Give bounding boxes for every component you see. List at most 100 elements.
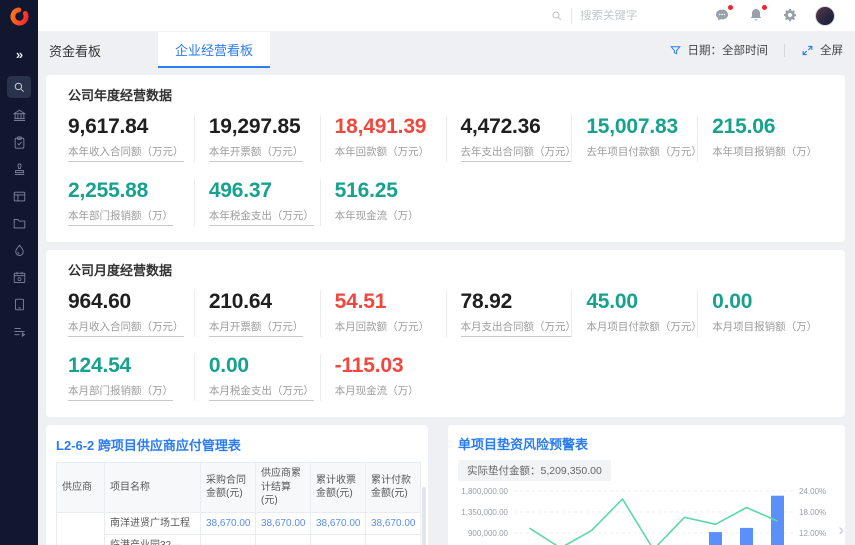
date-filter[interactable]: 日期：全部时间 [688, 42, 769, 58]
divider [571, 9, 572, 23]
kpi-value: 9,617.84 [68, 115, 194, 139]
amount-cell[interactable]: 68,757.00 [201, 535, 256, 545]
search-icon[interactable] [550, 9, 563, 22]
search-icon [7, 76, 31, 98]
table-header-row: 供应商项目名称采购合同金额(元)供应商累计结算(元)累计收票金额(元)累计付款金… [57, 463, 421, 513]
chart-list-icon [12, 324, 27, 339]
sidebar-item-tablet[interactable] [0, 292, 38, 317]
monthly-kpi-grid: 964.60 本月收入合同额（万元） 210.64 本月开票额（万元） 54.51本月回… [68, 290, 823, 401]
sidebar-item-clipboard[interactable] [0, 130, 38, 155]
tab-enterprise-board[interactable]: 企业经营看板 [158, 32, 270, 68]
tabs: 资金看板 企业经营看板 [38, 32, 270, 68]
kpi-value: 18,491.39 [335, 115, 446, 139]
svg-text:24.00%: 24.00% [799, 487, 826, 496]
svg-text:1,350,000.00: 1,350,000.00 [461, 508, 508, 517]
amount-cell[interactable]: 38,670.00 [201, 512, 256, 535]
kpi-label[interactable]: 本月支出合同额（万元） [461, 319, 572, 337]
logo-ring-icon [9, 6, 30, 27]
kpi-label[interactable]: 去年支出合同额（万元） [461, 144, 572, 162]
kpi-value: 124.54 [68, 354, 194, 378]
divider [784, 44, 785, 57]
tablet-icon [12, 297, 27, 312]
tab-fund-board[interactable]: 资金看板 [47, 32, 103, 68]
kpi-item: 215.06本年项目报销额（万） [697, 115, 823, 162]
kpi-item: 210.64 本月开票额（万元） [194, 290, 320, 337]
idcard-icon [12, 189, 27, 204]
amount-cell[interactable]: 38,670.00 [366, 512, 421, 535]
kpi-item: 516.25本年现金流（万） [320, 179, 446, 226]
kpi-item: 15,007.83 去年项目付款额（万元） [571, 115, 697, 162]
kpi-item: 2,255.88本年部门报销额（万） [68, 179, 194, 226]
kpi-label: 本年项目报销额（万） [712, 144, 817, 159]
dashboard-app: » 资金看板企业经营看板 日期：全部时间 全屏 公司年度经营数据 9,617.8… [0, 0, 855, 545]
sidebar-item-bank[interactable] [0, 103, 38, 128]
svg-text:18.00%: 18.00% [799, 508, 826, 517]
sidebar: » [0, 0, 38, 545]
avatar[interactable] [815, 6, 835, 26]
kpi-item: 54.51本月回款额（万元） [320, 290, 446, 337]
kpi-item: 0.00本月税金支出（万元） [194, 354, 320, 401]
gear-icon[interactable] [782, 7, 799, 24]
amount-cell[interactable]: 68,757.00 [311, 535, 366, 545]
kpi-label[interactable]: 本月税金支出（万元） [209, 383, 314, 401]
amount-cell[interactable]: 41,443.00 [366, 535, 421, 545]
kpi-label: 去年项目付款额（万元） [586, 144, 697, 159]
tabbar-controls: 日期：全部时间 全屏 [669, 32, 844, 68]
kpi-label[interactable]: 本年部门报销额（万） [68, 208, 173, 226]
sidebar-item-chart-list[interactable] [0, 319, 38, 344]
folder-icon [12, 216, 27, 231]
kpi-label: 本月项目报销额（万） [712, 319, 817, 334]
sidebar-item-folder[interactable] [0, 211, 38, 236]
kpi-value: 15,007.83 [586, 115, 697, 139]
kpi-label: 本年回款额（万元） [335, 144, 430, 159]
kpi-item: 4,472.36去年支出合同额（万元） [446, 115, 572, 162]
svg-text:900,000.00: 900,000.00 [468, 529, 509, 538]
sidebar-item-collapse[interactable]: » [0, 40, 38, 68]
kpi-value: 54.51 [335, 290, 446, 314]
risk-chart-title: 单项目垫资风险预警表 [458, 434, 835, 453]
sidebar-item-calendar[interactable] [0, 265, 38, 290]
kpi-label[interactable]: 本年收入合同额（万元） [68, 144, 184, 162]
amount-cell[interactable]: 41,443.00 [256, 535, 311, 545]
chart-next-arrow-icon[interactable]: › [838, 521, 844, 538]
kpi-label[interactable]: 本月部门报销额（万） [68, 383, 173, 401]
topbar [38, 0, 855, 32]
amount-cell[interactable]: 38,670.00 [256, 512, 311, 535]
drop-icon [12, 243, 27, 258]
table-row: 临港产业园32—04#楼主体工程68,757.0041,443.0068,757… [57, 535, 421, 545]
sidebar-item-stamp[interactable] [0, 157, 38, 182]
kpi-label[interactable]: 本年开票额（万元） [209, 144, 304, 162]
message-icon[interactable] [714, 7, 731, 24]
bell-icon[interactable] [748, 7, 765, 24]
table-scrollbar[interactable] [422, 487, 426, 545]
project-name-cell: 临港产业园32—04#楼主体工程 [105, 535, 201, 545]
kpi-value: 964.60 [68, 290, 194, 314]
kpi-value: 210.64 [209, 290, 320, 314]
column-header: 项目名称 [105, 463, 201, 513]
app-logo[interactable] [0, 0, 38, 32]
sidebar-item-search[interactable] [0, 74, 38, 99]
amount-cell[interactable]: 38,670.00 [311, 512, 366, 535]
fullscreen-label[interactable]: 全屏 [820, 42, 843, 58]
kpi-value: 19,297.85 [209, 115, 320, 139]
sidebar-item-idcard[interactable] [0, 184, 38, 209]
kpi-item: 45.00本月项目付款额（万元） [571, 290, 697, 337]
risk-chart: 1,800,000.0024.00%1,350,000.0018.00%900,… [458, 483, 835, 545]
kpi-label[interactable]: 本月开票额（万元） [209, 319, 304, 337]
kpi-item: 496.37本年税金支出（万元） [194, 179, 320, 226]
project-name-cell: 南洋进贤广场工程 [105, 512, 201, 535]
sidebar-item-drop[interactable] [0, 238, 38, 263]
kpi-label: 本年现金流（万） [335, 208, 419, 223]
kpi-item: 18,491.39 本年回款额（万元） [320, 115, 446, 162]
filter-funnel-icon[interactable] [669, 44, 682, 57]
kpi-label: 本月现金流（万） [335, 383, 419, 398]
svg-text:12.00%: 12.00% [799, 529, 826, 538]
search-input[interactable] [580, 10, 672, 22]
kpi-item: 19,297.85 本年开票额（万元） [194, 115, 320, 162]
column-header: 供应商累计结算(元) [256, 463, 311, 513]
kpi-label[interactable]: 本年税金支出（万元） [209, 208, 314, 226]
fullscreen-icon[interactable] [801, 44, 814, 57]
kpi-item: 0.00本月项目报销额（万） [697, 290, 823, 337]
column-header: 采购合同金额(元) [201, 463, 256, 513]
kpi-label[interactable]: 本月收入合同额（万元） [68, 319, 184, 337]
